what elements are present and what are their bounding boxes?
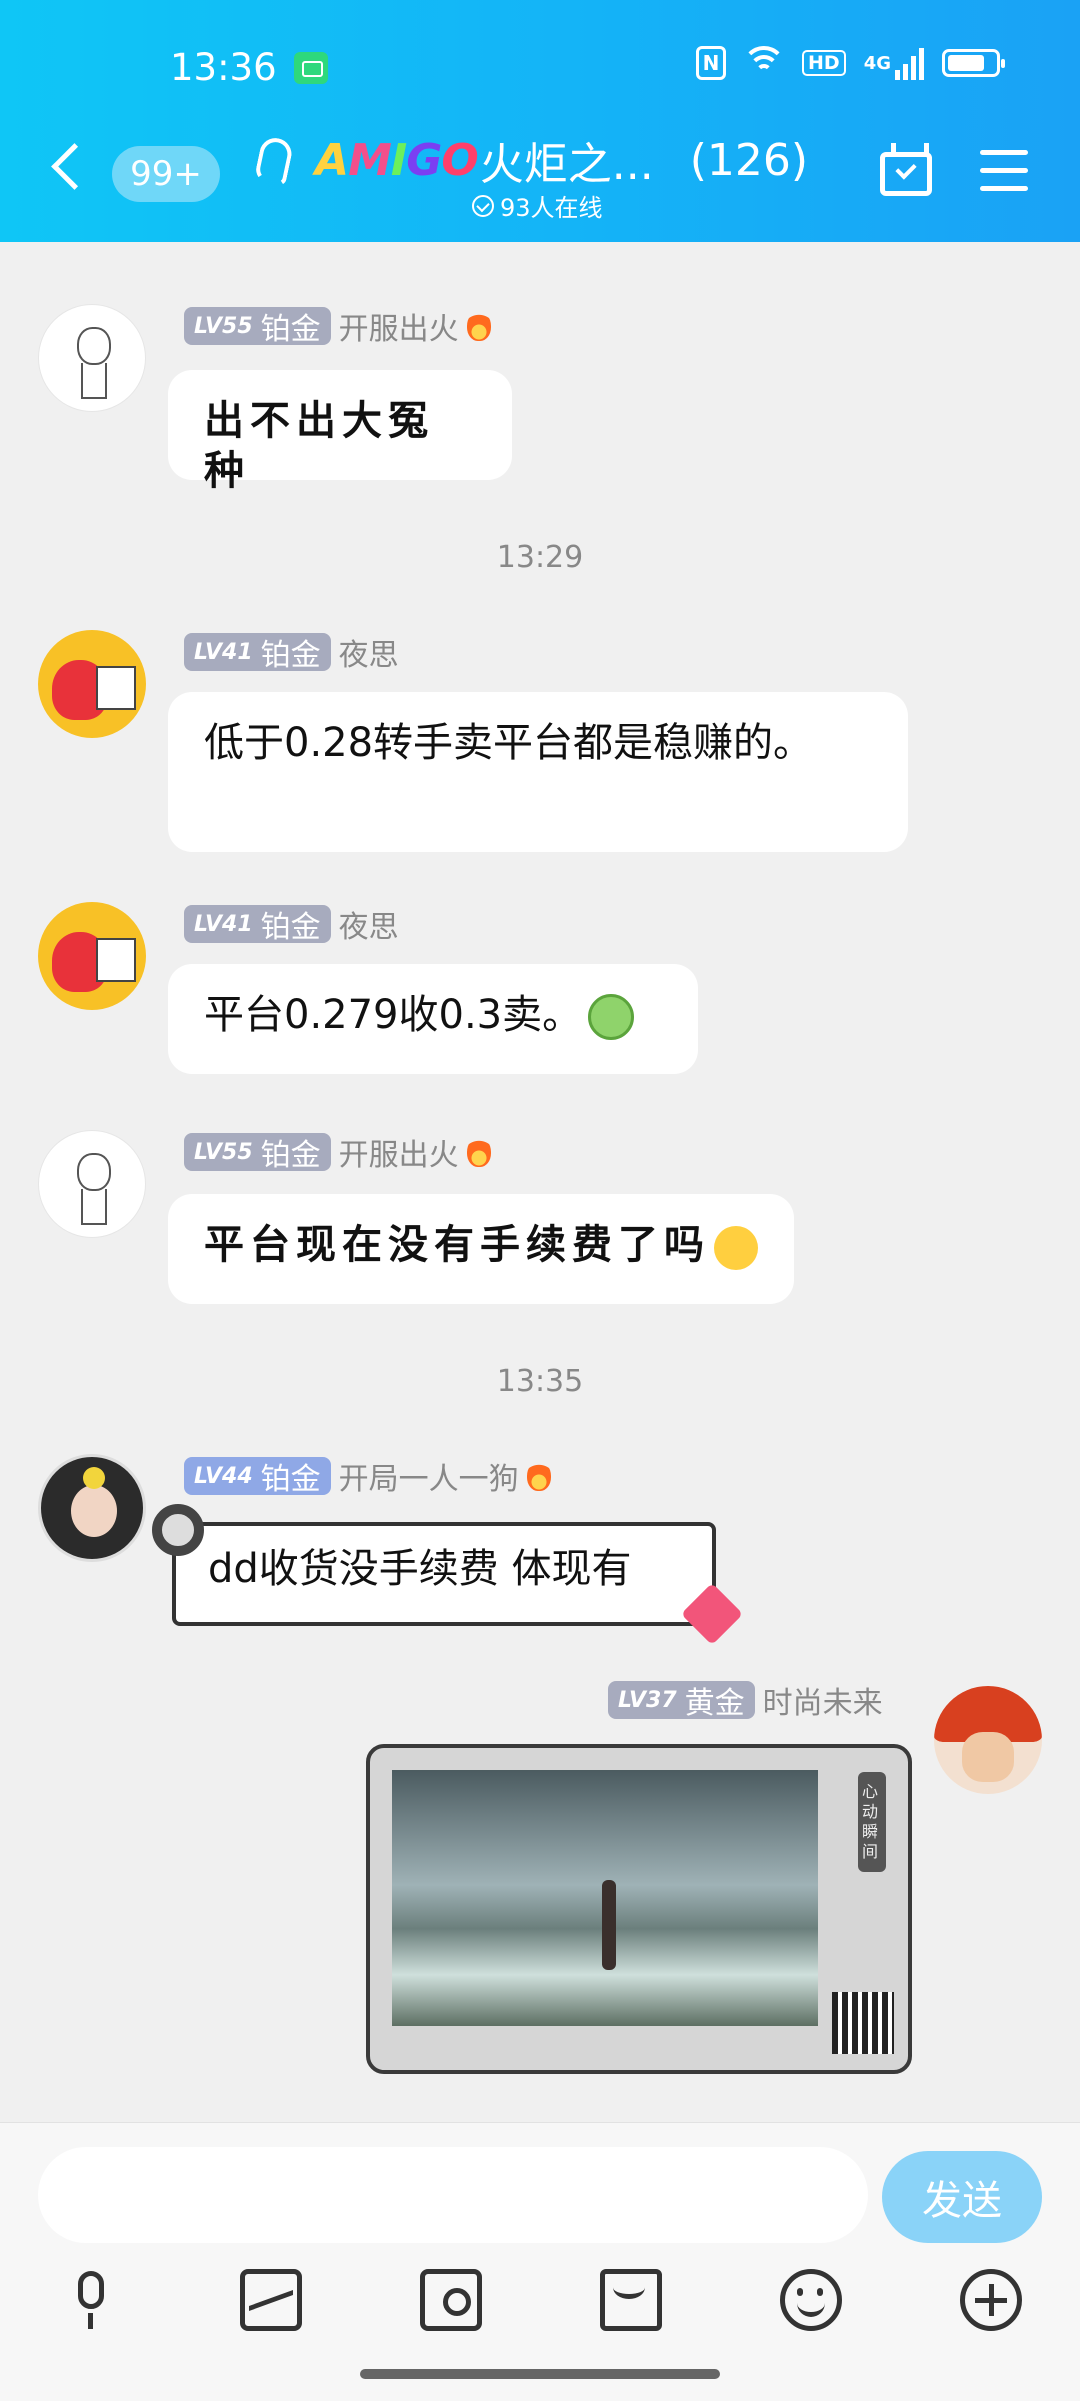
sender-name: 开服出火 — [338, 1138, 459, 1173]
input-bar: 发送 — [0, 2122, 1080, 2401]
signal-icon — [895, 46, 924, 80]
message-bubble[interactable]: 平台现在没有手续费了吗 — [168, 1194, 794, 1304]
status-icons: N HD 4G — [696, 46, 1005, 80]
camera-icon[interactable] — [420, 2269, 482, 2331]
game-scene-image — [392, 1770, 818, 2026]
header: 13:36 N HD 4G 99+ AMIGO 火炬之... (126) 93人… — [0, 0, 1080, 242]
sender-name: 夜思 — [338, 910, 399, 945]
emoji-icon[interactable] — [780, 2269, 842, 2331]
sheep-emoji-icon — [588, 994, 635, 1040]
checkin-icon[interactable] — [880, 143, 932, 196]
fire-icon — [526, 1461, 551, 1491]
avatar[interactable] — [934, 1686, 1042, 1794]
sender-meta: LV41 铂金 夜思 — [184, 630, 399, 674]
send-button[interactable]: 发送 — [882, 2151, 1042, 2243]
menu-icon[interactable] — [980, 150, 1028, 194]
sender-meta: LV55 铂金 开服出火 — [184, 304, 491, 348]
unread-count-badge[interactable]: 99+ — [112, 146, 220, 202]
message-notification-icon — [294, 52, 328, 84]
avatar[interactable] — [38, 630, 146, 738]
tire-decoration-icon — [152, 1504, 204, 1556]
nfc-icon: N — [696, 46, 726, 80]
red-packet-icon[interactable] — [600, 2269, 662, 2331]
status-time: 13:36 — [170, 46, 277, 89]
message-bubble[interactable]: 低于0.28转手卖平台都是稳赚的。 — [168, 692, 908, 852]
home-indicator[interactable] — [360, 2369, 720, 2379]
level-badge: LV55 铂金 — [184, 1133, 331, 1173]
sender-name: 夜思 — [338, 638, 399, 673]
fire-icon — [466, 1137, 491, 1167]
sender-name: 开服出火 — [338, 312, 459, 347]
level-badge: LV41 铂金 — [184, 905, 331, 945]
network-type: 4G — [863, 52, 891, 74]
online-icon — [472, 194, 494, 217]
timestamp: 13:35 — [496, 1364, 584, 1399]
avatar[interactable] — [38, 1130, 146, 1238]
group-logo: AMIGO — [315, 134, 479, 186]
sender-meta: LV44 铂金 开局一人一狗 — [184, 1454, 551, 1498]
avatar[interactable] — [38, 902, 146, 1010]
battery-icon — [942, 49, 1005, 77]
avatar[interactable] — [38, 1454, 146, 1562]
wifi-icon — [742, 46, 786, 80]
online-status: 93人在线 — [472, 188, 603, 223]
message-bubble[interactable]: dd收货没手续费 体现有 — [172, 1522, 716, 1626]
level-badge: LV41 铂金 — [184, 633, 331, 673]
timestamp: 13:29 — [496, 540, 584, 575]
ear-icon[interactable] — [253, 135, 295, 187]
image-message[interactable]: 心动瞬间 — [366, 1744, 912, 2074]
group-title[interactable]: AMIGO 火炬之... (126) — [315, 128, 808, 192]
chat-area[interactable]: LV55 铂金 开服出火 出不出大冤种 13:29 LV41 铂金 夜思 低于0.2… — [0, 242, 1080, 2122]
message-bubble[interactable]: 平台0.279收0.3卖。 — [168, 964, 698, 1074]
more-plus-icon[interactable] — [960, 2269, 1022, 2331]
level-badge: LV44 铂金 — [184, 1457, 331, 1497]
sender-name: 开局一人一狗 — [338, 1462, 519, 1497]
level-badge: LV55 铂金 — [184, 307, 331, 347]
photo-icon[interactable] — [240, 2269, 302, 2331]
group-name: 火炬之... — [479, 139, 654, 190]
image-caption: 心动瞬间 — [862, 1782, 879, 1861]
avatar[interactable] — [38, 304, 146, 412]
hd-icon: HD — [802, 50, 846, 76]
qr-code — [832, 1992, 894, 2054]
input-toolbar — [0, 2263, 1080, 2343]
message-text: 平台现在没有手续费了吗 — [204, 1221, 710, 1268]
laughing-emoji-icon — [714, 1226, 758, 1270]
sender-name: 时尚未来 — [762, 1686, 883, 1721]
member-count: (126) — [689, 134, 809, 186]
online-count: 93人在线 — [500, 194, 603, 222]
fire-icon — [466, 311, 491, 341]
sender-meta: LV41 铂金 夜思 — [184, 902, 399, 946]
sender-meta: LV37 黄金 时尚未来 — [608, 1678, 883, 1722]
back-icon[interactable] — [51, 143, 98, 190]
message-text: 平台0.279收0.3卖。 — [204, 992, 583, 1038]
voice-icon[interactable] — [60, 2269, 122, 2331]
sender-meta: LV55 铂金 开服出火 — [184, 1130, 491, 1174]
message-input[interactable] — [38, 2147, 868, 2243]
level-badge: LV37 黄金 — [608, 1681, 755, 1721]
message-bubble[interactable]: 出不出大冤种 — [168, 370, 512, 494]
